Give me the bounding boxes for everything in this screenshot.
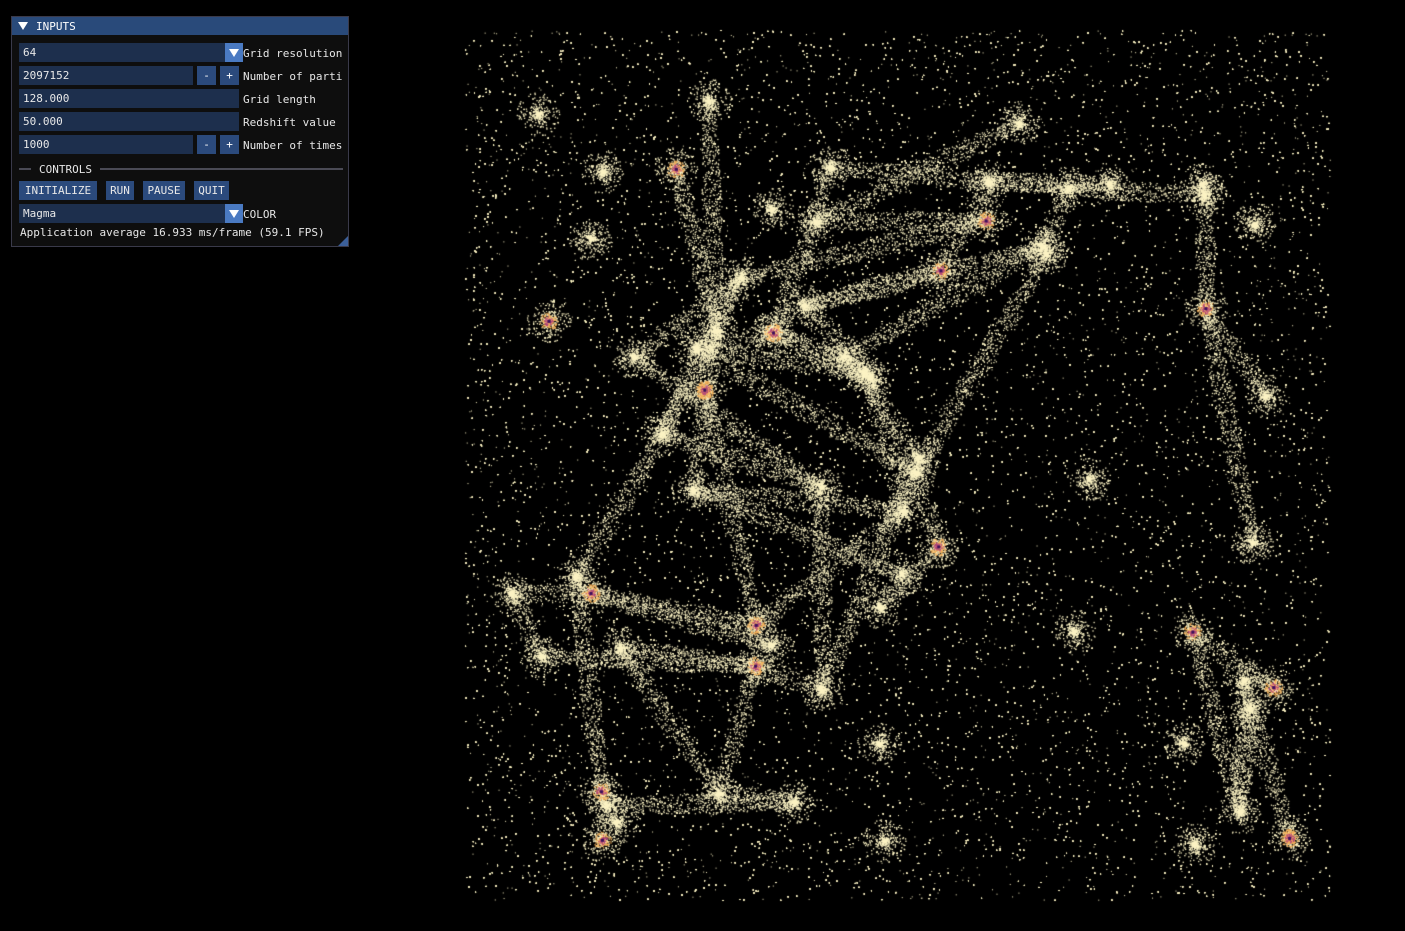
- grid-length-input[interactable]: 128.000: [19, 89, 239, 108]
- controls-header: CONTROLS: [39, 162, 92, 176]
- color-label: COLOR: [243, 208, 277, 221]
- color-row: Magma: [19, 204, 243, 223]
- num-particles-increment-button[interactable]: +: [220, 66, 239, 85]
- controls-separator: CONTROLS: [19, 162, 343, 176]
- pause-button[interactable]: PAUSE: [143, 181, 185, 200]
- chevron-down-icon: [229, 48, 239, 57]
- num-particles-decrement-button[interactable]: -: [197, 66, 216, 85]
- num-particles-row: 2097152 - +: [19, 66, 239, 85]
- color-combo[interactable]: Magma: [19, 204, 225, 223]
- inputs-window-titlebar[interactable]: INPUTS: [12, 17, 348, 35]
- grid-resolution-combo[interactable]: 64: [19, 43, 225, 62]
- redshift-input[interactable]: 50.000: [19, 112, 239, 131]
- grid-resolution-row: 64: [19, 43, 243, 62]
- run-button[interactable]: RUN: [106, 181, 134, 200]
- num-timesteps-input[interactable]: 1000: [19, 135, 193, 154]
- chevron-down-icon: [229, 209, 239, 218]
- quit-button[interactable]: QUIT: [194, 181, 229, 200]
- inputs-window[interactable]: INPUTS 64 Grid resolution 2097152 - + Nu…: [11, 16, 349, 247]
- num-timesteps-row: 1000 - +: [19, 135, 239, 154]
- fps-status: Application average 16.933 ms/frame (59.…: [20, 226, 325, 239]
- color-dropdown-button[interactable]: [225, 204, 243, 223]
- grid-resolution-label: Grid resolution: [243, 47, 343, 60]
- grid-length-row: 128.000: [19, 89, 239, 108]
- num-timesteps-increment-button[interactable]: +: [220, 135, 239, 154]
- resize-grip[interactable]: [338, 236, 348, 246]
- num-particles-label: Number of parti: [243, 70, 343, 83]
- num-timesteps-decrement-button[interactable]: -: [197, 135, 216, 154]
- grid-length-label: Grid length: [243, 93, 316, 106]
- collapse-arrow-icon[interactable]: [18, 22, 28, 30]
- grid-resolution-dropdown-button[interactable]: [225, 43, 243, 62]
- redshift-label: Redshift value: [243, 116, 336, 129]
- num-particles-input[interactable]: 2097152: [19, 66, 193, 85]
- initialize-button[interactable]: INITIALIZE: [19, 181, 97, 200]
- redshift-row: 50.000: [19, 112, 239, 131]
- window-title: INPUTS: [36, 19, 76, 33]
- separator-line-right: [99, 168, 343, 170]
- separator-line-left: [19, 168, 31, 170]
- num-timesteps-label: Number of times: [243, 139, 343, 152]
